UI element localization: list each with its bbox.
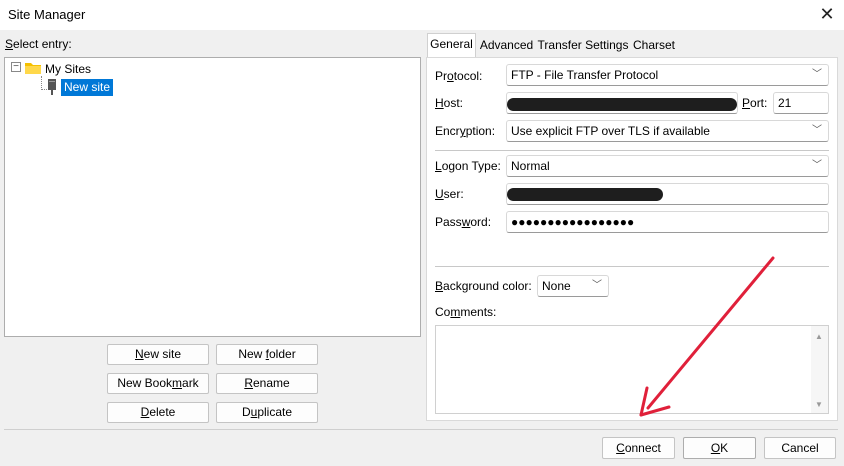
annotation-arrow: [639, 256, 775, 417]
